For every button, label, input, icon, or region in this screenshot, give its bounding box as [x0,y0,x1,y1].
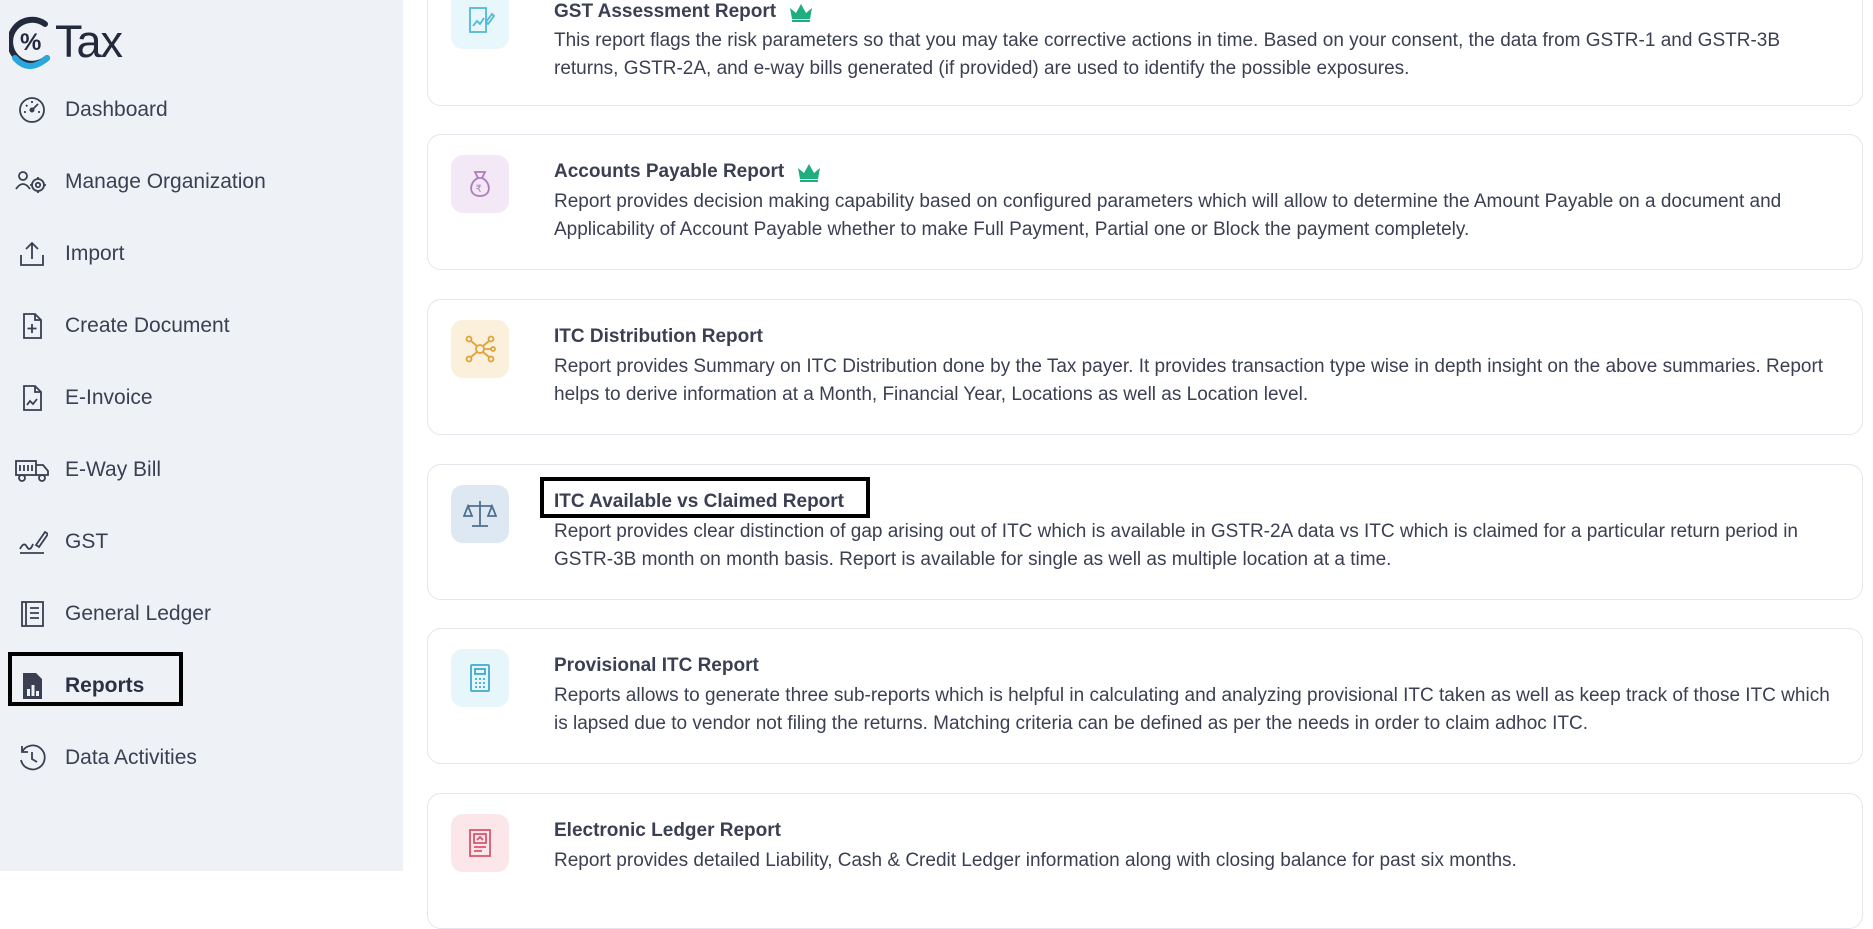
sidebar-item-label: Create Document [65,314,230,337]
svg-text:%: % [20,29,41,56]
sidebar-item-e-way-bill[interactable]: E-Way Bill [14,446,374,494]
money-bag-icon: ₹ [451,155,509,213]
report-card-electronic-ledger[interactable]: Electronic Ledger Report Report provides… [427,793,1863,929]
report-title[interactable]: Electronic Ledger Report [554,820,781,842]
distribution-network-icon [451,320,509,378]
create-document-icon [14,308,50,344]
sidebar-item-label: Manage Organization [65,170,266,193]
electronic-ledger-icon [451,814,509,872]
reports-content: GST Assessment Report This report flags … [403,0,1873,929]
report-description: Reports allows to generate three sub-rep… [554,685,1830,734]
report-title-selection-highlight [540,477,870,518]
sidebar-item-dashboard[interactable]: Dashboard [14,86,374,134]
report-card-itc-available-vs-claimed[interactable]: ITC Available vs Claimed Report Report p… [427,464,1863,600]
report-title[interactable]: ITC Distribution Report [554,326,763,348]
sidebar-item-gst[interactable]: GST [14,518,374,566]
report-description: This report flags the risk parameters so… [554,30,1781,79]
sidebar-item-label: General Ledger [65,602,211,625]
sidebar-item-label: Import [65,242,125,265]
chart-edit-icon [451,0,509,49]
reports-selection-highlight [8,652,183,706]
sidebar-item-label: E-Way Bill [65,458,162,481]
report-card-itc-distribution[interactable]: ITC Distribution Report Report provides … [427,299,1863,435]
report-card-accounts-payable[interactable]: ₹ Accounts Payable Report Report provide… [427,134,1863,270]
ledger-book-icon [14,596,50,632]
report-title[interactable]: Accounts Payable Report [554,161,784,183]
sidebar-item-label: GST [65,530,109,553]
report-title[interactable]: Provisional ITC Report [554,655,759,677]
truck-icon [14,452,50,488]
sidebar-item-manage-organization[interactable]: Manage Organization [14,158,374,206]
import-upload-icon [14,236,50,272]
report-card-gst-assessment[interactable]: GST Assessment Report This report flags … [427,0,1863,106]
sidebar-item-general-ledger[interactable]: General Ledger [14,590,374,638]
sidebar-item-label: Data Activities [65,746,197,769]
history-icon [14,740,50,776]
calculator-document-icon [451,649,509,707]
sidebar-item-create-document[interactable]: Create Document [14,302,374,350]
report-description: Report provides Summary on ITC Distribut… [554,356,1824,405]
premium-crown-icon [788,2,814,22]
app-logo[interactable]: % Tax [9,13,123,71]
sidebar: % Tax Dashboard Manage Organization Impo… [0,0,403,871]
balance-scale-icon [451,485,509,543]
sidebar-item-e-invoice[interactable]: E-Invoice [14,374,374,422]
gst-signature-icon [14,524,50,560]
sidebar-item-import[interactable]: Import [14,230,374,278]
cleartax-logo-icon: % [9,16,50,69]
sidebar-item-label: Dashboard [65,98,168,121]
svg-text:₹: ₹ [476,184,482,195]
report-title[interactable]: GST Assessment Report [554,1,776,23]
logo-text: Tax [55,16,123,67]
sidebar-item-data-activities[interactable]: Data Activities [14,734,374,782]
e-invoice-icon [14,380,50,416]
dashboard-gauge-icon [14,92,50,128]
premium-crown-icon [796,162,822,182]
sidebar-item-label: E-Invoice [65,386,153,409]
report-description: Report provides clear distinction of gap… [554,521,1798,570]
report-description: Report provides decision making capabili… [554,191,1782,240]
manage-organization-icon [14,164,50,200]
report-card-provisional-itc[interactable]: Provisional ITC Report Reports allows to… [427,628,1863,764]
